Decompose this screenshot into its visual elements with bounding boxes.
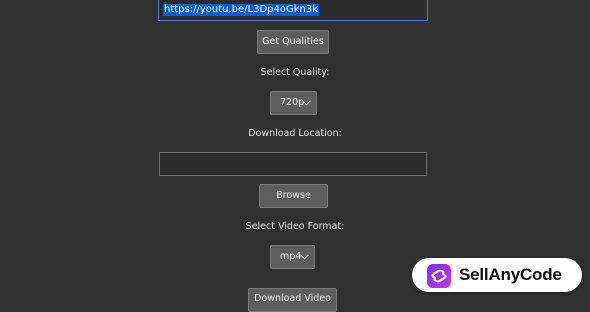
sellanycode-logo-icon bbox=[427, 264, 451, 288]
sellanycode-brand-text: SellAnyCode bbox=[459, 265, 562, 284]
select-video-format-label: Select Video Format: bbox=[245, 221, 345, 232]
download-location-input[interactable] bbox=[159, 152, 427, 176]
download-location-label: Download Location: bbox=[248, 128, 342, 139]
select-quality-label: Select Quality: bbox=[260, 67, 330, 78]
chevron-down-icon bbox=[302, 100, 311, 106]
browse-button[interactable]: Browse bbox=[259, 184, 328, 208]
download-video-button[interactable]: Download Video bbox=[248, 288, 337, 312]
video-format-dropdown[interactable]: mp4 bbox=[270, 245, 315, 269]
get-qualities-button[interactable]: Get Qualities bbox=[257, 30, 329, 54]
url-input-text: https://youtu.be/L3Dp4oGkn3k bbox=[163, 4, 320, 16]
url-input[interactable]: https://youtu.be/L3Dp4oGkn3k bbox=[158, 0, 428, 21]
quality-dropdown-value: 720p bbox=[280, 97, 305, 108]
quality-dropdown[interactable]: 720p bbox=[270, 91, 317, 115]
video-format-dropdown-value: mp4 bbox=[280, 251, 302, 262]
sellanycode-watermark: SellAnyCode bbox=[412, 258, 582, 292]
chevron-down-icon bbox=[300, 254, 309, 260]
